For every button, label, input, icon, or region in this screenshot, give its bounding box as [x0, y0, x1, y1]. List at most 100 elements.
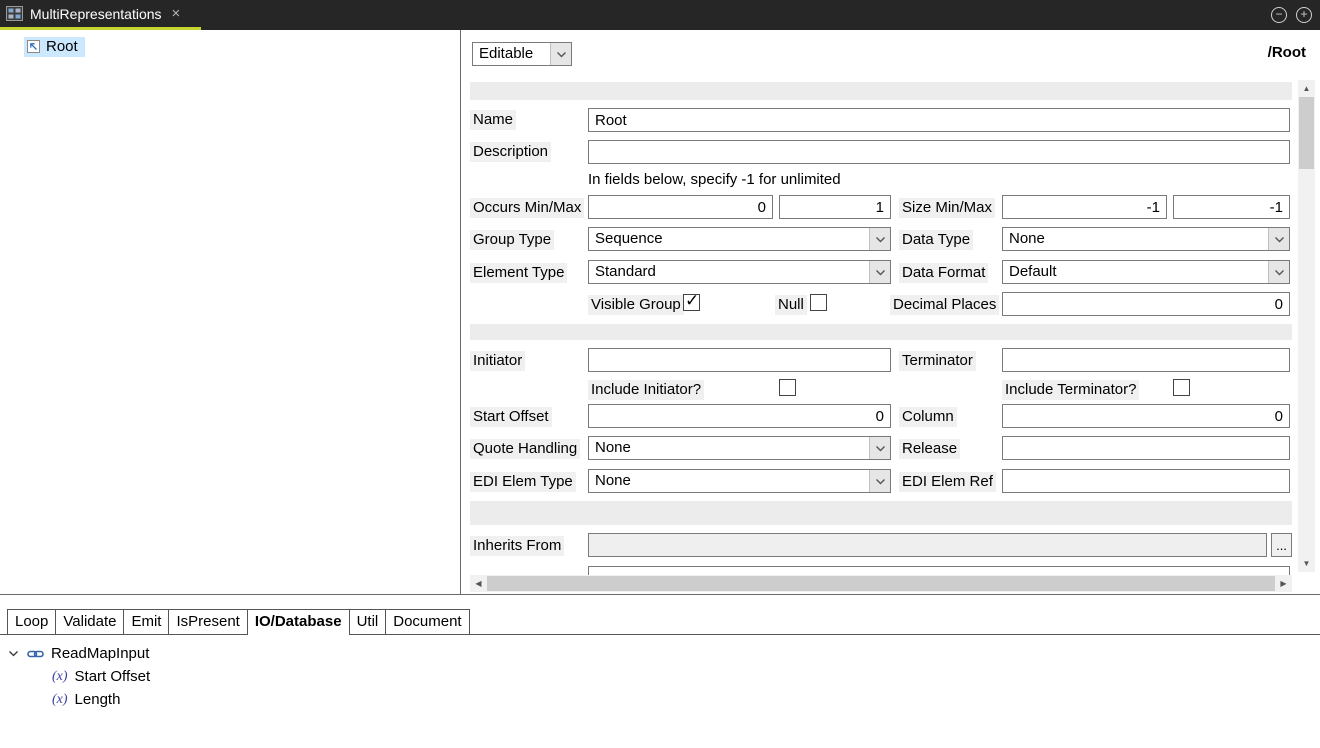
group-type-value: Sequence	[589, 228, 869, 250]
tab-ispresent[interactable]: IsPresent	[168, 609, 247, 634]
edit-mode-value: Editable	[473, 43, 550, 65]
titlebar: MultiRepresentations × − +	[0, 0, 1320, 30]
occurs-min-input[interactable]	[588, 195, 773, 219]
group-type-select[interactable]: Sequence	[588, 227, 891, 251]
edi-elem-ref-input[interactable]	[1002, 469, 1290, 493]
tab-document[interactable]: Document	[385, 609, 469, 634]
unlimited-hint-text: In fields below, specify -1 for unlimite…	[588, 170, 841, 190]
chevron-down-icon[interactable]	[1268, 228, 1289, 250]
horizontal-scrollbar[interactable]: ◀ ▶	[470, 575, 1292, 592]
data-type-select[interactable]: None	[1002, 227, 1290, 251]
inherits-from-input[interactable]	[588, 533, 1267, 557]
quote-handling-value: None	[589, 437, 869, 459]
release-input[interactable]	[1002, 436, 1290, 460]
chevron-down-icon[interactable]	[869, 228, 890, 250]
description-input[interactable]	[588, 140, 1290, 164]
group-type-label: Group Type	[470, 230, 554, 250]
tree-item-readmapinput[interactable]: ReadMapInput	[8, 642, 1320, 665]
element-type-value: Standard	[589, 261, 869, 283]
scroll-up-icon[interactable]: ▲	[1298, 80, 1315, 97]
size-minmax-label: Size Min/Max	[899, 198, 995, 218]
initiator-label: Initiator	[470, 351, 525, 371]
app-icon	[6, 6, 23, 21]
initiator-input[interactable]	[588, 348, 891, 372]
name-input[interactable]	[588, 108, 1290, 132]
data-format-select[interactable]: Default	[1002, 260, 1290, 284]
io-database-tree: ReadMapInput (x) Start Offset (x) Length	[0, 635, 1320, 711]
vertical-scrollbar-thumb[interactable]	[1299, 97, 1314, 169]
element-type-label: Element Type	[470, 263, 567, 283]
inherits-from-browse-button[interactable]: ...	[1271, 533, 1292, 557]
edi-elem-ref-label: EDI Elem Ref	[899, 472, 996, 492]
chevron-down-icon[interactable]	[8, 650, 20, 657]
element-type-select[interactable]: Standard	[588, 260, 891, 284]
vertical-scrollbar[interactable]: ▲ ▼	[1298, 80, 1315, 572]
quote-handling-label: Quote Handling	[470, 439, 580, 459]
start-offset-input[interactable]	[588, 404, 891, 428]
close-icon[interactable]: ×	[172, 7, 181, 21]
edi-elem-type-value: None	[589, 470, 869, 492]
quote-handling-select[interactable]: None	[588, 436, 891, 460]
decimal-places-label: Decimal Places	[890, 295, 999, 315]
chevron-down-icon[interactable]	[550, 43, 571, 65]
tab-validate[interactable]: Validate	[55, 609, 124, 634]
node-path: /Root	[1268, 44, 1306, 61]
data-type-value: None	[1003, 228, 1268, 250]
data-format-value: Default	[1003, 261, 1268, 283]
horizontal-scrollbar-thumb[interactable]	[487, 576, 1275, 591]
document-tab[interactable]: MultiRepresentations ×	[0, 0, 201, 30]
decimal-places-input[interactable]	[1002, 292, 1290, 316]
tree-item-start-offset[interactable]: (x) Start Offset	[8, 665, 1320, 688]
tree-item-label: Root	[46, 38, 78, 55]
visible-group-checkbox[interactable]	[683, 294, 700, 311]
chevron-down-icon[interactable]	[869, 437, 890, 459]
tab-emit[interactable]: Emit	[123, 609, 169, 634]
document-tab-title: MultiRepresentations	[30, 6, 162, 22]
chevron-down-icon[interactable]	[1268, 261, 1289, 283]
edi-elem-type-select[interactable]: None	[588, 469, 891, 493]
scroll-right-icon[interactable]: ▶	[1275, 575, 1292, 592]
schema-tree-panel: Root	[0, 30, 461, 594]
tree-item-root[interactable]: Root	[24, 37, 85, 57]
terminator-label: Terminator	[899, 351, 976, 371]
occurs-max-input[interactable]	[779, 195, 891, 219]
tree-item-label: Length	[75, 691, 121, 708]
include-terminator-label: Include Terminator?	[1002, 380, 1139, 400]
link-icon	[27, 648, 44, 660]
variable-icon: (x)	[52, 669, 68, 685]
scroll-left-icon[interactable]: ◀	[470, 575, 487, 592]
column-input[interactable]	[1002, 404, 1290, 428]
data-type-label: Data Type	[899, 230, 973, 250]
start-offset-label: Start Offset	[470, 407, 552, 427]
null-checkbox[interactable]	[810, 294, 827, 311]
bottom-panel: Loop Validate Emit IsPresent IO/Database…	[0, 594, 1320, 748]
inherits-from-label: Inherits From	[470, 536, 564, 556]
app-window: MultiRepresentations × − + Root Editable	[0, 0, 1320, 748]
scroll-down-icon[interactable]: ▼	[1298, 555, 1315, 572]
size-min-input[interactable]	[1002, 195, 1167, 219]
tab-util[interactable]: Util	[349, 609, 387, 634]
occurs-minmax-label: Occurs Min/Max	[470, 198, 584, 218]
null-label: Null	[775, 295, 807, 315]
expand-all-button[interactable]: +	[1296, 7, 1312, 23]
section-divider	[470, 501, 1292, 525]
chevron-down-icon[interactable]	[869, 261, 890, 283]
partially-visible-input[interactable]	[588, 566, 1290, 575]
column-label: Column	[899, 407, 957, 427]
terminator-input[interactable]	[1002, 348, 1290, 372]
tab-loop[interactable]: Loop	[7, 609, 56, 634]
tree-item-length[interactable]: (x) Length	[8, 688, 1320, 711]
include-initiator-checkbox[interactable]	[779, 379, 796, 396]
edit-mode-select[interactable]: Editable	[472, 42, 572, 66]
window-buttons: − +	[1271, 0, 1312, 30]
node-icon	[26, 39, 41, 54]
include-initiator-label: Include Initiator?	[588, 380, 704, 400]
size-max-input[interactable]	[1173, 195, 1290, 219]
include-terminator-checkbox[interactable]	[1173, 379, 1190, 396]
bottom-tab-bar: Loop Validate Emit IsPresent IO/Database…	[0, 609, 1320, 635]
chevron-down-icon[interactable]	[869, 470, 890, 492]
collapse-all-button[interactable]: −	[1271, 7, 1287, 23]
tab-io-database[interactable]: IO/Database	[247, 609, 350, 634]
release-label: Release	[899, 439, 960, 459]
visible-group-label: Visible Group	[588, 295, 684, 315]
